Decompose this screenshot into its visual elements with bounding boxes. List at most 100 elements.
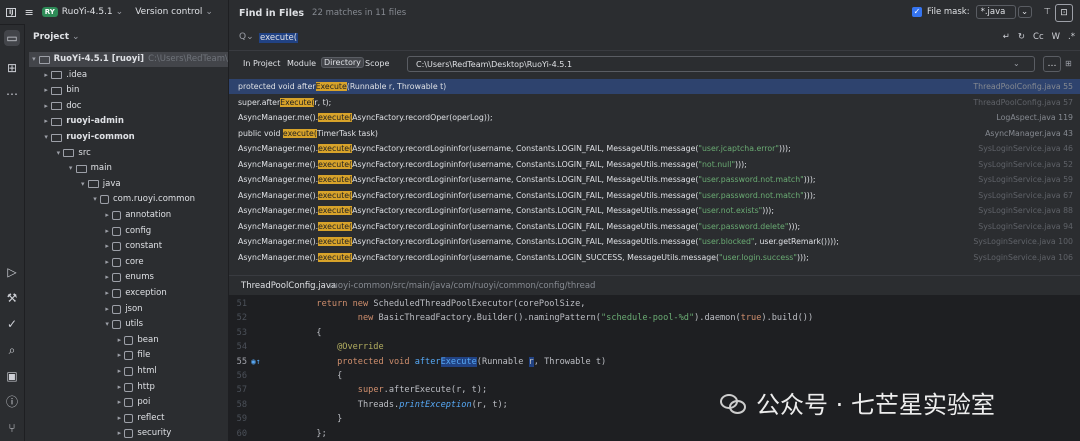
- tree-item[interactable]: ▾ com.ruoyi.common: [90, 192, 228, 207]
- tree-item[interactable]: ▸ bin: [41, 83, 228, 98]
- chevron-right-icon[interactable]: ▸: [102, 302, 112, 317]
- tree-item[interactable]: ▸ security: [114, 426, 228, 441]
- project-tool-icon[interactable]: ▭: [4, 30, 20, 46]
- chevron-down-icon[interactable]: ▾: [53, 146, 63, 161]
- chevron-down-icon[interactable]: ⌄: [72, 32, 80, 42]
- tree-item[interactable]: ▸ annotation: [102, 208, 228, 223]
- chevron-down-icon[interactable]: ▾: [41, 130, 51, 145]
- tree-item[interactable]: ▸ exception: [102, 286, 228, 301]
- chevron-right-icon[interactable]: ▸: [41, 114, 51, 129]
- scope-tab-module[interactable]: Module: [287, 59, 316, 68]
- tree-item[interactable]: ▸ enums: [102, 270, 228, 285]
- override-marker-icon[interactable]: ◉↑: [251, 355, 261, 369]
- chevron-down-icon[interactable]: ⌄: [1013, 59, 1020, 68]
- result-row[interactable]: AsyncManager.me().execute(AsyncFactory.r…: [229, 250, 1080, 265]
- git-tool-icon[interactable]: ⑂: [4, 420, 20, 436]
- tree-item[interactable]: ▸ file: [114, 348, 228, 363]
- chevron-right-icon[interactable]: ▸: [102, 286, 112, 301]
- chevron-right-icon[interactable]: ▸: [41, 68, 51, 83]
- match-case-toggle[interactable]: Cc: [1033, 32, 1044, 42]
- new-line-icon[interactable]: ↵: [1003, 32, 1010, 42]
- result-row[interactable]: AsyncManager.me().execute(AsyncFactory.r…: [229, 110, 1080, 125]
- chevron-right-icon[interactable]: ▸: [102, 255, 112, 270]
- tree-item[interactable]: ▸ json: [102, 302, 228, 317]
- tree-item[interactable]: ▸ .idea: [41, 68, 228, 83]
- search-input[interactable]: execute(: [259, 33, 299, 43]
- tree-item[interactable]: ▸ bean: [114, 333, 228, 348]
- whole-words-toggle[interactable]: W: [1052, 32, 1060, 42]
- directory-input[interactable]: C:\Users\RedTeam\Desktop\RuoYi-4.5.1: [407, 56, 1035, 72]
- chevron-down-icon[interactable]: ▾: [78, 177, 88, 192]
- scope-tab-directory[interactable]: Directory: [321, 57, 364, 68]
- chevron-right-icon[interactable]: ▸: [102, 239, 112, 254]
- regex-toggle[interactable]: .*: [1068, 32, 1075, 42]
- result-row[interactable]: AsyncManager.me().execute(AsyncFactory.r…: [229, 234, 1080, 249]
- tree-item[interactable]: ▸ http: [114, 380, 228, 395]
- result-row[interactable]: AsyncManager.me().execute(AsyncFactory.r…: [229, 188, 1080, 203]
- tree-item-label: reflect: [137, 412, 165, 423]
- file-mask-checkbox[interactable]: ✓: [911, 7, 922, 17]
- tree-item[interactable]: ▾ java: [78, 177, 228, 192]
- chevron-down-icon[interactable]: ▾: [29, 52, 39, 67]
- chevron-right-icon[interactable]: ▸: [102, 270, 112, 285]
- tree-item[interactable]: ▸ constant: [102, 239, 228, 254]
- terminal-tool-icon[interactable]: ▣: [4, 368, 20, 384]
- project-panel-title[interactable]: Project: [33, 32, 69, 42]
- result-row[interactable]: super.afterExecute(r, t); ThreadPoolConfi…: [229, 95, 1080, 110]
- pin-window-icon[interactable]: ⊡: [1055, 4, 1073, 22]
- result-row[interactable]: AsyncManager.me().execute(AsyncFactory.r…: [229, 203, 1080, 218]
- build-tool-icon[interactable]: ⚒: [4, 290, 20, 306]
- vcs-widget[interactable]: Version control ⌄: [135, 7, 213, 17]
- chevron-right-icon[interactable]: ▸: [114, 411, 124, 426]
- tree-item[interactable]: ▸ poi: [114, 395, 228, 410]
- result-row[interactable]: AsyncManager.me().execute(AsyncFactory.r…: [229, 157, 1080, 172]
- result-row[interactable]: AsyncManager.me().execute(AsyncFactory.r…: [229, 219, 1080, 234]
- structure-tool-icon[interactable]: ⊞: [4, 60, 20, 76]
- result-row[interactable]: AsyncManager.me().execute(AsyncFactory.r…: [229, 141, 1080, 156]
- tree-item[interactable]: ▸ html: [114, 364, 228, 379]
- tree-item[interactable]: ▾ src: [53, 146, 228, 161]
- services-tool-icon[interactable]: ✓: [4, 316, 20, 332]
- chevron-down-icon[interactable]: ▾: [90, 192, 100, 207]
- find-tool-icon[interactable]: ⌕: [4, 342, 20, 358]
- chevron-right-icon[interactable]: ▸: [114, 364, 124, 379]
- tree-item[interactable]: ▾ RuoYi-4.5.1 [ruoyi]C:\Users\RedTeam\Des…: [29, 52, 228, 67]
- result-row[interactable]: AsyncManager.me().execute(AsyncFactory.r…: [229, 172, 1080, 187]
- filter-icon[interactable]: ⊤: [1044, 7, 1051, 17]
- tree-item[interactable]: ▾ ruoyi-common: [41, 130, 228, 145]
- result-row[interactable]: public void execute(TimerTask task) Async…: [229, 126, 1080, 141]
- chevron-right-icon[interactable]: ▸: [114, 380, 124, 395]
- chevron-down-icon[interactable]: ⌄: [1017, 6, 1032, 18]
- file-mask-input[interactable]: *.java: [975, 5, 1016, 19]
- app-logo-icon[interactable]: IJ: [6, 7, 17, 17]
- chevron-right-icon[interactable]: ▸: [114, 333, 124, 348]
- recursive-icon[interactable]: ⊞: [1065, 59, 1072, 68]
- tree-item[interactable]: ▸ config: [102, 224, 228, 239]
- chevron-right-icon[interactable]: ▸: [114, 395, 124, 410]
- run-tool-icon[interactable]: ▷: [4, 264, 20, 280]
- chevron-right-icon[interactable]: ▸: [102, 224, 112, 239]
- tree-item[interactable]: ▸ ruoyi-admin: [41, 114, 228, 129]
- tree-item[interactable]: ▾ main: [66, 161, 228, 176]
- refresh-icon[interactable]: ↻: [1018, 32, 1025, 42]
- scope-tab-in-project[interactable]: In Project: [243, 59, 280, 68]
- chevron-down-icon[interactable]: ▾: [102, 317, 112, 332]
- browse-directory-button[interactable]: …: [1043, 56, 1061, 72]
- more-tools-icon[interactable]: ⋯: [4, 86, 20, 102]
- result-row[interactable]: protected void afterExecute(Runnable r, …: [229, 79, 1080, 94]
- tree-item[interactable]: ▸ reflect: [114, 411, 228, 426]
- search-icon[interactable]: Q⌄: [239, 32, 254, 42]
- chevron-down-icon[interactable]: ▾: [66, 161, 76, 176]
- chevron-right-icon[interactable]: ▸: [41, 83, 51, 98]
- tree-item[interactable]: ▸ doc: [41, 99, 228, 114]
- project-switcher[interactable]: RY RuoYi-4.5.1 ⌄: [41, 7, 123, 17]
- chevron-right-icon[interactable]: ▸: [41, 99, 51, 114]
- tree-item[interactable]: ▸ core: [102, 255, 228, 270]
- scope-tab-scope[interactable]: Scope: [365, 59, 389, 68]
- tree-item[interactable]: ▾ utils: [102, 317, 228, 332]
- chevron-right-icon[interactable]: ▸: [102, 208, 112, 223]
- chevron-right-icon[interactable]: ▸: [114, 426, 124, 441]
- hamburger-icon[interactable]: ≡: [24, 6, 33, 19]
- chevron-right-icon[interactable]: ▸: [114, 348, 124, 363]
- problems-tool-icon[interactable]: ⓘ: [4, 394, 20, 410]
